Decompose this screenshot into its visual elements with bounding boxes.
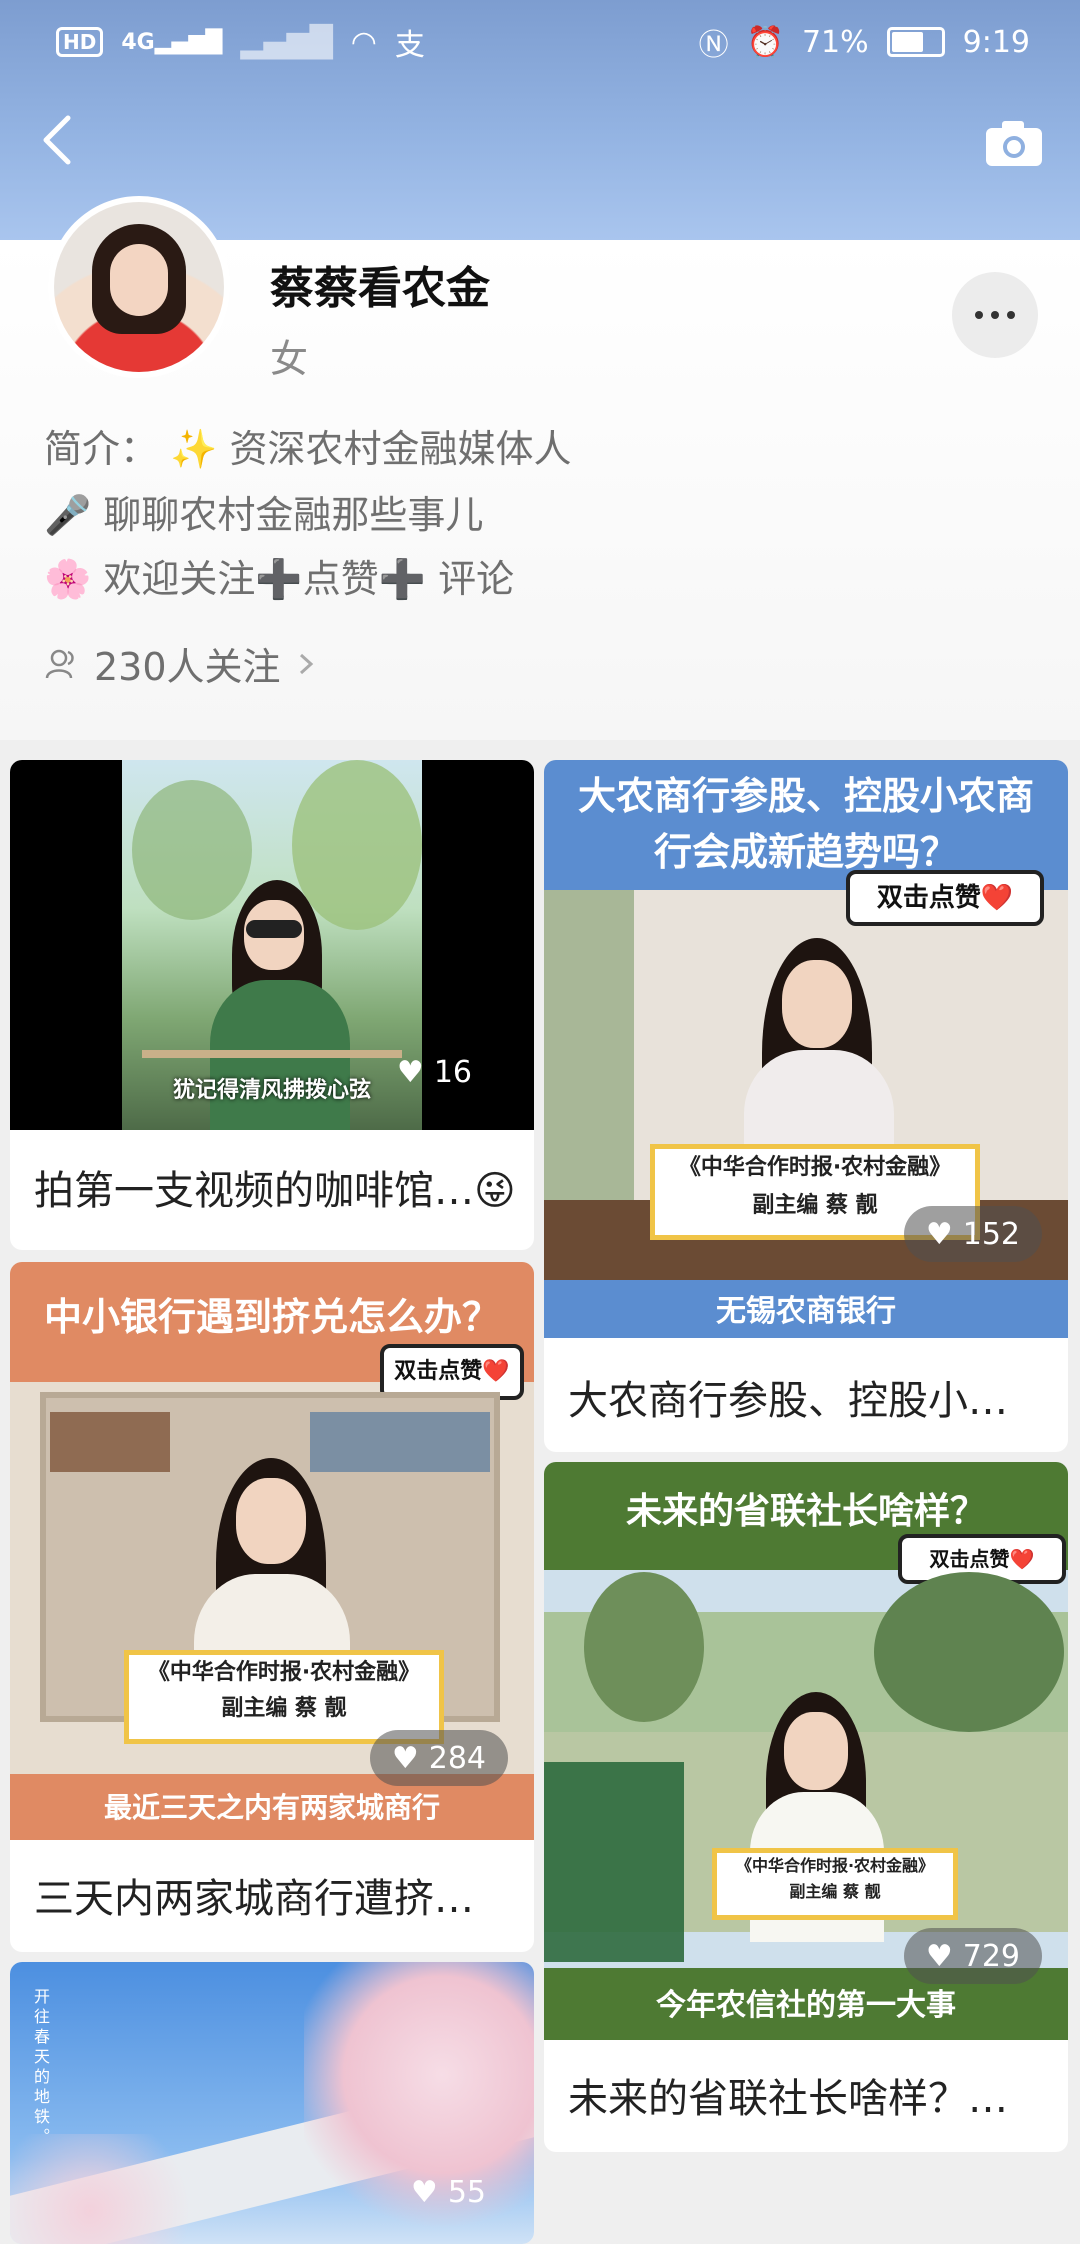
banner-top: 中小银行遇到挤兑怎么办？ [43, 1295, 500, 1339]
like-count: ♥ 284 [369, 1730, 508, 1786]
like-count: ♥ 16 [396, 1054, 472, 1090]
bio-line-3: 🌸 欢迎关注➕点赞➕ 评论 [44, 557, 515, 601]
profile-name: 蔡蔡看农金 [270, 263, 490, 314]
video-card-4[interactable]: 未来的省联社长啥样？ 双击点赞❤️ 《中华合作时报·农村金融》 副主编 蔡 靓 … [544, 1462, 1068, 2152]
like-count: ♥ 55 [410, 2174, 486, 2210]
user-icon [45, 649, 74, 678]
chevron-right-icon [299, 653, 313, 674]
hd-badge: HD [56, 27, 104, 57]
video-card-1[interactable]: 犹记得清风拂拨心弦 ♥ 16 拍第一支视频的咖啡馆…😜 [10, 760, 534, 1250]
heart-icon: ♥ [391, 1740, 419, 1776]
video-thumbnail: 犹记得清风拂拨心弦 ♥ 16 [10, 760, 534, 1130]
caption-box: 《中华合作时报·农村金融》 副主编 蔡 靓 [712, 1848, 958, 1920]
overlay-text: 开往春天的地铁。 [31, 1988, 50, 2148]
followers-count: 230人关注 [94, 645, 281, 689]
chevron-left-icon[interactable] [30, 110, 90, 170]
card-title: 大农商行参股、控股小… [568, 1378, 1008, 1424]
battery-icon [886, 27, 945, 57]
video-card-5[interactable]: 开往春天的地铁。 ♥ 55 [10, 1962, 534, 2244]
banner-bottom: 无锡农商银行 [716, 1294, 896, 1329]
bio-line-1: 简介： ✨ 资深农村金融媒体人 [44, 427, 572, 471]
heart-icon: ♥ [925, 1938, 953, 1974]
battery-percent: 71% [801, 24, 869, 60]
wifi-icon: ◠ [350, 24, 377, 60]
followers-link[interactable]: 230人关注 [44, 636, 319, 691]
profile-gender: 女 [270, 337, 309, 381]
video-thumbnail: 中小银行遇到挤兑怎么办？ 双击点赞❤️ 《中华合作时报·农村金融》 副主编 蔡 … [10, 1262, 534, 1840]
like-bubble: 双击点赞❤️ [846, 870, 1044, 926]
banner-top: 未来的省联社长啥样？ [625, 1491, 986, 1532]
avatar[interactable] [48, 196, 230, 378]
more-options-button[interactable] [952, 272, 1038, 358]
heart-icon: ♥ [925, 1216, 953, 1252]
alipay-icon: 支 [394, 28, 425, 63]
video-card-3[interactable]: 中小银行遇到挤兑怎么办？ 双击点赞❤️ 《中华合作时报·农村金融》 副主编 蔡 … [10, 1262, 534, 1952]
alarm-icon: ⏰ [746, 24, 784, 60]
video-thumbnail: 大农商行参股、控股小农商行会成新趋势吗？ 双击点赞❤️ 《中华合作时报·农村金融… [544, 760, 1068, 1338]
banner-top: 大农商行参股、控股小农商行会成新趋势吗？ [577, 774, 1034, 874]
nfc-icon: Ⓝ [698, 28, 729, 63]
card-title: 未来的省联社长啥样？… [568, 2076, 1008, 2122]
card-title: 三天内两家城商行遭挤… [34, 1876, 474, 1922]
heart-icon: ♥ [396, 1054, 424, 1090]
banner-bottom: 最近三天之内有两家城商行 [103, 1791, 440, 1824]
video-card-2[interactable]: 大农商行参股、控股小农商行会成新趋势吗？ 双击点赞❤️ 《中华合作时报·农村金融… [544, 760, 1068, 1452]
heart-icon: ♥ [410, 2174, 438, 2210]
video-thumbnail: 未来的省联社长啥样？ 双击点赞❤️ 《中华合作时报·农村金融》 副主编 蔡 靓 … [544, 1462, 1068, 2040]
camera-icon[interactable] [984, 118, 1044, 168]
status-bar: HD 4G▂▄▆█ ▂▄▆█ ◠ 支 Ⓝ ⏰ 71% 9:19 [0, 0, 1080, 80]
bio-line-2: 🎤 聊聊农村金融那些事儿 [44, 493, 484, 537]
banner-bottom: 今年农信社的第一大事 [656, 1988, 956, 2023]
like-count: ♥ 729 [903, 1928, 1042, 1984]
signal-4g-icon: 4G▂▄▆█ [121, 29, 223, 55]
video-thumbnail: 开往春天的地铁。 ♥ 55 [10, 1962, 534, 2244]
card-title: 拍第一支视频的咖啡馆…😜 [34, 1168, 514, 1214]
like-count: ♥ 152 [903, 1206, 1042, 1262]
clock: 9:19 [962, 24, 1030, 60]
signal-icon: ▂▄▆█ [240, 24, 333, 60]
